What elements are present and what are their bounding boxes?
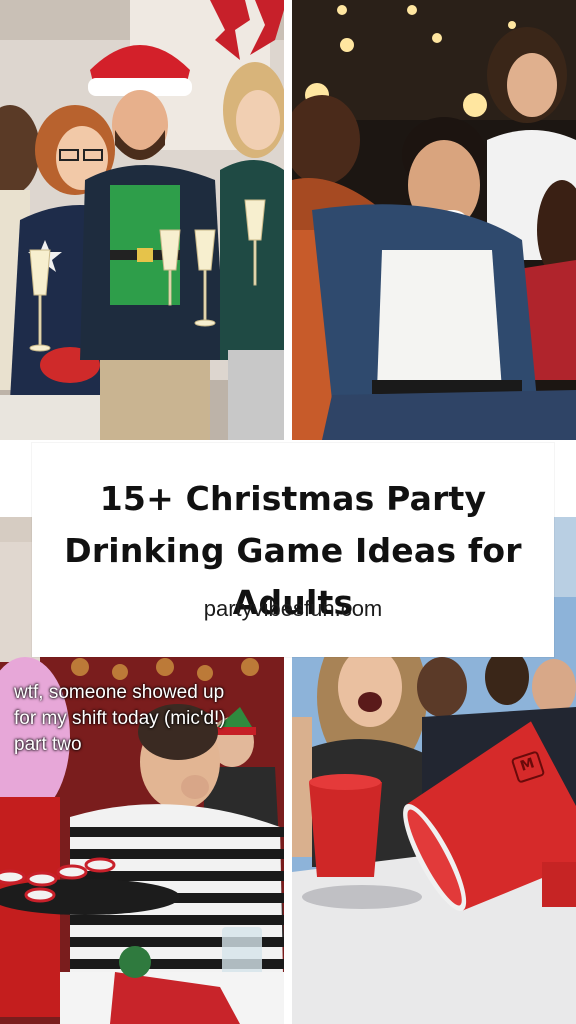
title-card: 15+ Christmas Party Drinking Game Ideas …: [32, 443, 554, 657]
video-caption: wtf, someone showed up for my shift toda…: [14, 682, 226, 755]
website-link[interactable]: partyvibesfun.com: [32, 596, 554, 622]
laughing-friends-party-photo: [292, 0, 576, 440]
office-christmas-party-photo: [0, 0, 284, 440]
